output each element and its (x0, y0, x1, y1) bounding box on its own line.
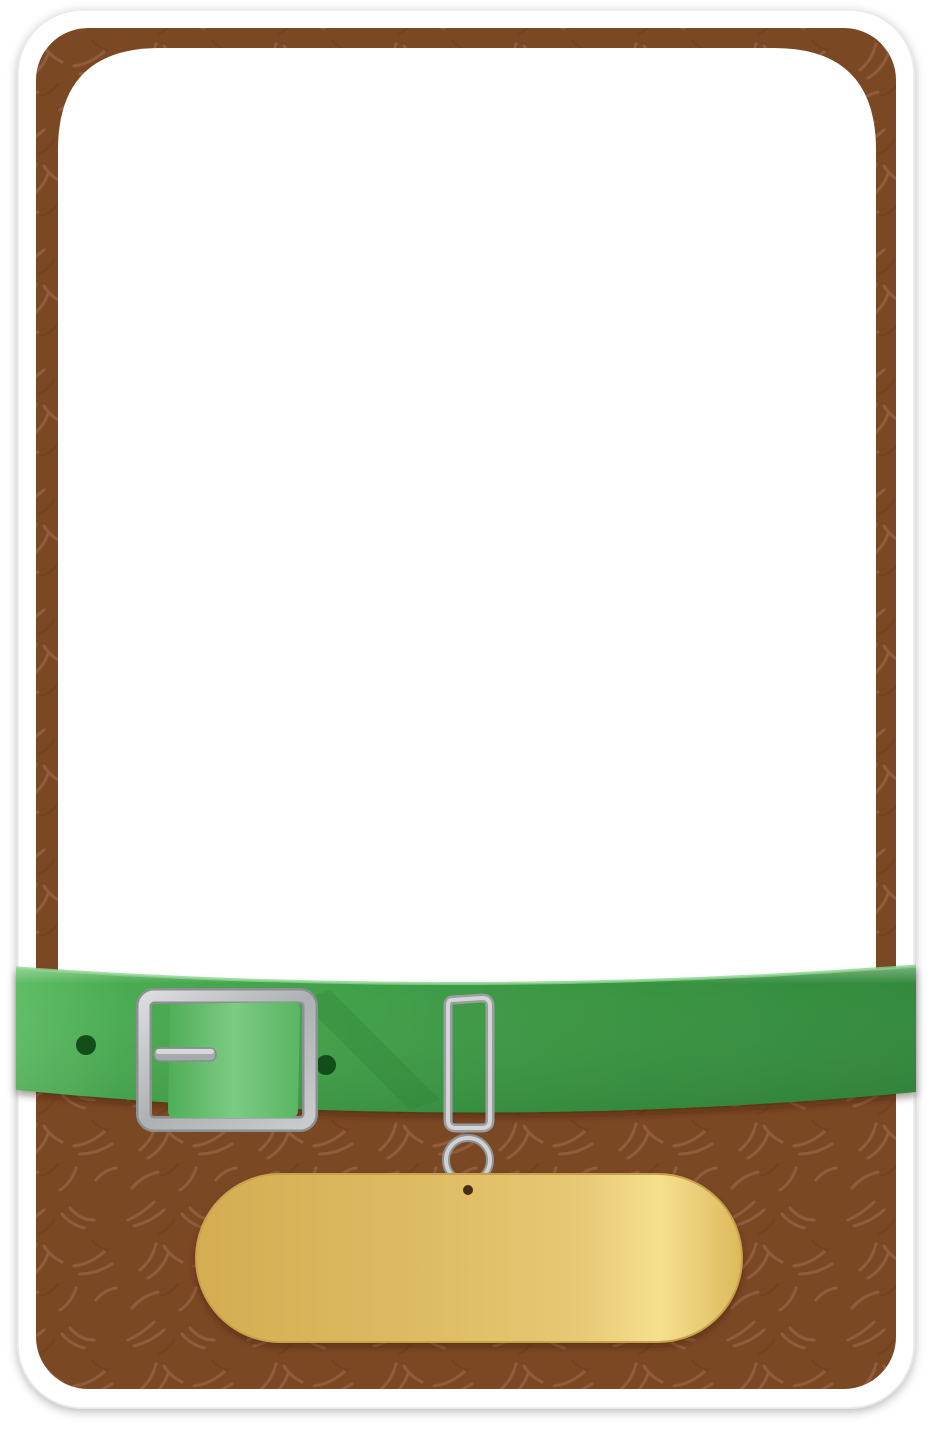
name-tag (195, 1173, 743, 1343)
collar-hole (316, 1055, 336, 1075)
photo-area (58, 48, 876, 985)
collar-hole (76, 1035, 96, 1055)
card-artwork (15, 9, 917, 1409)
pet-card (0, 0, 932, 1432)
